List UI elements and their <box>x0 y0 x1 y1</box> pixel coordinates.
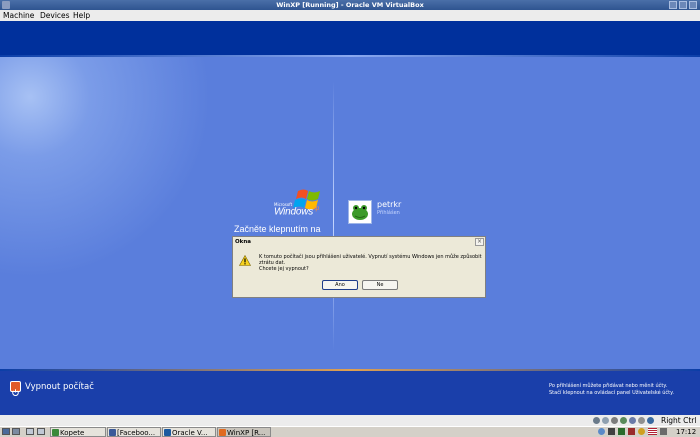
power-icon <box>12 389 19 397</box>
clipboard-tray-icon[interactable] <box>660 428 667 435</box>
notification-tray-icon[interactable] <box>638 428 645 435</box>
window-titlebar[interactable]: WinXP [Running] - Oracle VM VirtualBox <box>0 0 700 10</box>
task-label: Oracle V... <box>172 429 208 437</box>
xp-mark: xp <box>313 206 320 212</box>
shutdown-label[interactable]: Vypnout počítač <box>25 382 94 392</box>
workspace-1-icon[interactable] <box>26 428 34 435</box>
task-label: WinXP [R... <box>227 429 266 437</box>
clock[interactable]: 17:12 <box>676 427 696 437</box>
menu-machine[interactable]: Machine <box>3 10 34 21</box>
window-title: WinXP [Running] - Oracle VM VirtualBox <box>276 1 424 9</box>
virtualbox-task-icon <box>164 429 171 436</box>
task-oracle-vm[interactable]: Oracle V... <box>162 427 216 437</box>
user-status: Přihlášen <box>377 210 400 216</box>
menubar: Machine Devices Help <box>0 10 700 21</box>
user-name[interactable]: petrkr <box>377 200 401 209</box>
close-icon[interactable] <box>689 1 697 9</box>
shared-folder-icon[interactable] <box>638 417 645 424</box>
menu-devices[interactable]: Devices <box>40 10 70 21</box>
dialog-title: Okna <box>233 237 485 247</box>
usb-icon[interactable] <box>629 417 636 424</box>
host-key-label: Right Ctrl <box>661 416 697 425</box>
monitor-tray-icon[interactable] <box>608 428 615 435</box>
floppy-icon[interactable] <box>611 417 618 424</box>
no-button[interactable]: Ne <box>362 280 398 290</box>
browser-icon <box>109 429 116 436</box>
windows-word: Windows <box>274 206 314 218</box>
warning-icon <box>239 255 251 266</box>
accounts-hint-line2: Stačí klepnout na ovládací panel Uživate… <box>549 390 674 396</box>
guest-screen[interactable]: Microsoft Windowsxp Začněte klepnutím na… <box>0 21 700 415</box>
network-tray-icon[interactable] <box>598 428 605 435</box>
shutdown-button[interactable] <box>10 381 21 397</box>
dialog-message: K tomuto počítači jsou přihlášeni uživat… <box>259 254 482 266</box>
dialog-close-icon[interactable]: × <box>475 238 484 246</box>
task-winxp[interactable]: WinXP [R... <box>217 427 271 437</box>
center-divider <box>333 81 334 351</box>
accounts-hint-line1: Po přihlášení můžete přidávat nebo měnit… <box>549 383 668 389</box>
cd-icon[interactable] <box>602 417 609 424</box>
volume-tray-icon[interactable] <box>618 428 625 435</box>
task-kopete[interactable]: Kopete <box>50 427 106 437</box>
battery-tray-icon[interactable] <box>628 428 635 435</box>
minimize-icon[interactable] <box>669 1 677 9</box>
welcome-instruction: Začněte klepnutím na <box>234 224 321 234</box>
kopete-icon <box>52 429 59 436</box>
workspace-2-icon[interactable] <box>37 428 45 435</box>
task-facebook[interactable]: [Faceboo... <box>107 427 161 437</box>
hdd-icon[interactable] <box>593 417 600 424</box>
winxp-task-icon <box>219 429 226 436</box>
menu-help[interactable]: Help <box>73 10 90 21</box>
shutdown-dialog: Okna × K tomuto počítači jsou přihlášeni… <box>232 236 486 298</box>
user-avatar[interactable] <box>348 200 372 224</box>
task-label: Kopete <box>60 429 85 437</box>
dialog-question: Chcete jej vypnout? <box>259 266 309 272</box>
mouse-integration-icon[interactable] <box>647 417 654 424</box>
frog-icon <box>349 201 371 223</box>
maximize-icon[interactable] <box>679 1 687 9</box>
start-menu-icon[interactable] <box>2 428 10 435</box>
windows-wordmark: Windowsxp <box>274 206 319 217</box>
network-icon[interactable] <box>620 417 627 424</box>
yes-button[interactable]: Ano <box>322 280 358 290</box>
virtualbox-icon[interactable] <box>2 1 10 9</box>
show-desktop-icon[interactable] <box>12 428 20 435</box>
top-band <box>0 21 700 55</box>
keyboard-layout-flag-icon[interactable] <box>648 428 657 435</box>
task-label: [Faceboo... <box>117 429 156 437</box>
